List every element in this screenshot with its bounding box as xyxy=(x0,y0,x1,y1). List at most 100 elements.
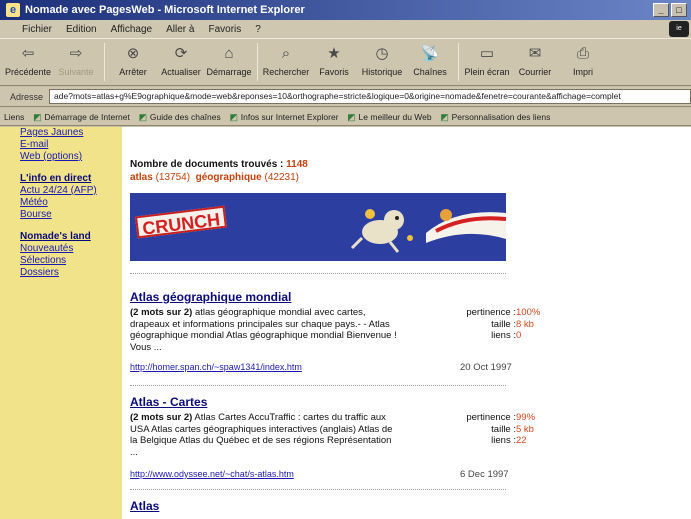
pertinence-value: 99% xyxy=(516,412,536,423)
sidebar-link-meteo[interactable]: Météo xyxy=(20,197,122,209)
browser-window: e Nomade avec PagesWeb - Microsoft Inter… xyxy=(0,0,691,519)
menu-help[interactable]: ? xyxy=(255,24,261,35)
result-date: 20 Oct 1997 xyxy=(460,362,512,373)
sidebar-link-dossiers[interactable]: Dossiers xyxy=(20,267,122,279)
term-atlas: atlas xyxy=(130,172,153,183)
toolbar-button-label: Chaînes xyxy=(413,67,447,77)
link-meilleur-web[interactable]: ◩ Le meilleur du Web xyxy=(347,111,431,122)
sidebar-link-nouveautes[interactable]: Nouveautés xyxy=(20,243,122,255)
toolbar-button-label: Précédente xyxy=(4,67,52,77)
link-demarrage[interactable]: ◩ Démarrage de Internet xyxy=(32,112,130,122)
sidebar: Pages Jaunes E-mail Web (options) L'info… xyxy=(0,127,122,519)
maximize-button[interactable]: □ xyxy=(671,3,687,17)
home-icon: ⌂ xyxy=(224,44,234,62)
toolbar-button-stop[interactable]: ⊗ Arrêter xyxy=(109,39,157,85)
result-meta: pertinence :100% taille :8 kb liens :0 xyxy=(430,307,550,342)
refresh-icon: ⟳ xyxy=(174,45,188,62)
sidebar-heading-nomades-land[interactable]: Nomade's land xyxy=(20,231,122,243)
toolbar-button-mail[interactable]: ✉ Courrier xyxy=(511,39,559,85)
print-icon: ⎙ xyxy=(576,44,589,62)
link-infos-ie[interactable]: ◩ Infos sur Internet Explorer xyxy=(229,111,338,122)
toolbar-button-label: Historique xyxy=(361,67,403,77)
toolbar: ⇦ Précédente ⇨ Suivante ⊗ Arrêter ⟳ Actualiser ⌂… xyxy=(0,38,691,86)
menu-favoris[interactable]: Favoris xyxy=(208,24,241,35)
divider xyxy=(130,489,506,490)
window-title: Nomade avec PagesWeb - Microsoft Interne… xyxy=(25,4,305,16)
mascot-illustration xyxy=(350,209,413,253)
stop-icon: ⊗ xyxy=(126,45,140,62)
size-value: 8 kb xyxy=(516,318,534,330)
toolbar-button-favorites[interactable]: ★ Favoris xyxy=(310,39,358,85)
address-input[interactable]: ade?mots=atlas+g%E9ographique&mode=web&r… xyxy=(49,89,691,104)
menu-fichier[interactable]: Fichier xyxy=(22,24,52,35)
toolbar-button-back-arrow[interactable]: ⇦ Précédente xyxy=(4,39,52,85)
page-content: Pages Jaunes E-mail Web (options) L'info… xyxy=(0,127,691,519)
title-bar: e Nomade avec PagesWeb - Microsoft Inter… xyxy=(0,0,691,20)
term-atlas-count: (13754) xyxy=(155,172,191,183)
divider xyxy=(130,385,506,386)
page-icon: ◩ xyxy=(229,111,238,122)
links-value: 0 xyxy=(516,330,522,341)
search-terms: atlas (13754) géographique (42231) xyxy=(130,172,299,183)
links-label: Liens xyxy=(4,111,25,122)
address-bar: Adresse ade?mots=atlas+g%E9ographique&mo… xyxy=(0,87,691,107)
minimize-button[interactable]: _ xyxy=(653,3,669,17)
menu-bar: Fichier Edition Affichage Aller à Favori… xyxy=(0,20,691,38)
fullscreen-icon: ▭ xyxy=(479,45,495,62)
channels-icon: 📡 xyxy=(420,45,440,62)
link-guide-chaines[interactable]: ◩ Guide des chaînes xyxy=(138,112,221,122)
divider xyxy=(130,273,506,274)
toolbar-button-print[interactable]: ⎙ Impri xyxy=(559,39,607,85)
menu-affichage[interactable]: Affichage xyxy=(111,24,153,35)
toolbar-button-refresh[interactable]: ⟳ Actualiser xyxy=(157,39,205,85)
history-icon: ◷ xyxy=(375,45,389,62)
result-snippet: (2 mots sur 2) atlas géographique mondia… xyxy=(130,307,397,353)
sidebar-link-web-options[interactable]: Web (options) xyxy=(20,151,122,163)
crunch-logo: CRUNCH xyxy=(134,205,228,239)
sidebar-link-pages-jaunes[interactable]: Pages Jaunes xyxy=(20,127,122,139)
toolbar-button-label: Arrêter xyxy=(119,67,147,77)
sidebar-link-bourse[interactable]: Bourse xyxy=(20,209,122,221)
links-bar: Liens ◩ Démarrage de Internet ◩ Guide des … xyxy=(0,108,691,126)
forward-arrow-icon: ⇨ xyxy=(69,45,83,62)
toolbar-separator xyxy=(104,43,105,81)
page-icon: ◩ xyxy=(440,111,449,122)
sidebar-link-email[interactable]: E-mail xyxy=(20,139,122,151)
term-geographique-count: (42231) xyxy=(264,172,299,183)
toolbar-button-channels[interactable]: 📡 Chaînes xyxy=(406,39,454,85)
result-url-link[interactable]: http://www.odyssee.net/~chat/s-atlas.htm xyxy=(130,469,294,479)
toolbar-button-history[interactable]: ◷ Historique xyxy=(358,39,406,85)
ie-logo-icon: e xyxy=(6,3,20,17)
links-value: 22 xyxy=(516,435,527,446)
windows-logo-icon: ie xyxy=(669,21,689,37)
results-count: Nombre de documents trouvés : 1148 xyxy=(130,159,308,170)
toolbar-button-fullscreen[interactable]: ▭ Plein écran xyxy=(463,39,511,85)
toolbar-button-label: Courrier xyxy=(518,67,552,77)
sidebar-heading-info-direct[interactable]: L'info en direct xyxy=(20,173,122,185)
result-url-link[interactable]: http://homer.span.ch/~spaw1341/index.htm xyxy=(130,362,302,372)
toolbar-button-label: Démarrage xyxy=(206,67,252,77)
back-arrow-icon: ⇦ xyxy=(21,45,35,62)
toolbar-button-home[interactable]: ⌂ Démarrage xyxy=(205,39,253,85)
link-personnalisation[interactable]: ◩ Personnalisation des liens xyxy=(440,111,550,122)
toolbar-button-forward-arrow[interactable]: ⇨ Suivante xyxy=(52,39,100,85)
results-area: Nombre de documents trouvés : 1148 atlas… xyxy=(122,127,691,519)
term-geographique: géographique xyxy=(195,172,262,183)
result-date: 6 Dec 1997 xyxy=(460,469,509,480)
menu-aller[interactable]: Aller à xyxy=(166,24,194,35)
toolbar-separator xyxy=(458,43,459,81)
menu-edition[interactable]: Edition xyxy=(66,24,97,35)
size-value: 5 kb xyxy=(516,423,534,435)
page-icon: ◩ xyxy=(33,111,42,122)
result-title-link[interactable]: Atlas xyxy=(130,499,550,513)
sidebar-link-actu[interactable]: Actu 24/24 (AFP) xyxy=(20,185,122,197)
toolbar-button-label: Rechercher xyxy=(262,67,310,77)
ad-banner[interactable]: CRUNCH xyxy=(130,193,506,261)
sidebar-link-selections[interactable]: Sélections xyxy=(20,255,122,267)
result-title-link[interactable]: Atlas - Cartes xyxy=(130,395,550,409)
result-title-link[interactable]: Atlas géographique mondial xyxy=(130,290,550,304)
pertinence-value: 100% xyxy=(516,307,541,318)
toolbar-button-search[interactable]: ⌕ Rechercher xyxy=(262,39,310,85)
page-icon: ◩ xyxy=(347,111,356,122)
favorites-icon: ★ xyxy=(327,45,341,62)
